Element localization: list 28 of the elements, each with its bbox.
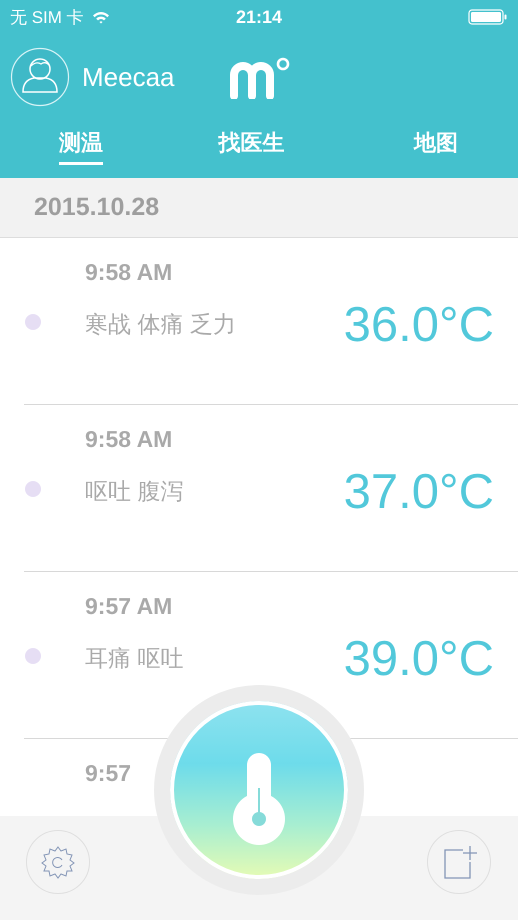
thermometer-icon (231, 753, 287, 845)
nav-tab[interactable]: 测温 (59, 128, 103, 165)
temperature-reading: 39.0°C (344, 631, 494, 687)
nav-tab[interactable]: 地图 (414, 128, 458, 165)
nav-tab[interactable]: 找医生 (218, 128, 285, 165)
logo-icon (228, 55, 292, 99)
avatar-icon[interactable] (10, 47, 70, 107)
date-label: 2015.10.28 (34, 193, 160, 222)
record-time: 9:58 AM (85, 426, 174, 453)
settings-icon (40, 844, 76, 880)
clock-time: 21:14 (236, 6, 282, 28)
status-dot-icon (25, 481, 41, 497)
battery-icon (468, 9, 508, 25)
status-dot-icon (25, 314, 41, 330)
carrier-label: 无 SIM 卡 (10, 6, 84, 28)
temperature-reading: 36.0°C (344, 297, 494, 353)
record-time: 9:57 AM (85, 593, 174, 620)
wifi-icon (92, 10, 110, 24)
symptoms-text: 呕吐 腹泻 (85, 477, 184, 506)
symptoms-text: 寒战 体痛 乏力 (85, 310, 237, 339)
status-dot-icon (25, 648, 41, 664)
symptoms-text: 耳痛 呕吐 (85, 644, 184, 673)
user-name: Meecaa (82, 62, 176, 92)
settings-button[interactable] (26, 830, 90, 894)
temperature-reading: 37.0°C (344, 464, 494, 520)
record-time: 9:58 AM (85, 259, 174, 286)
add-button[interactable] (427, 830, 491, 894)
record-time: 9:57 (85, 760, 132, 787)
